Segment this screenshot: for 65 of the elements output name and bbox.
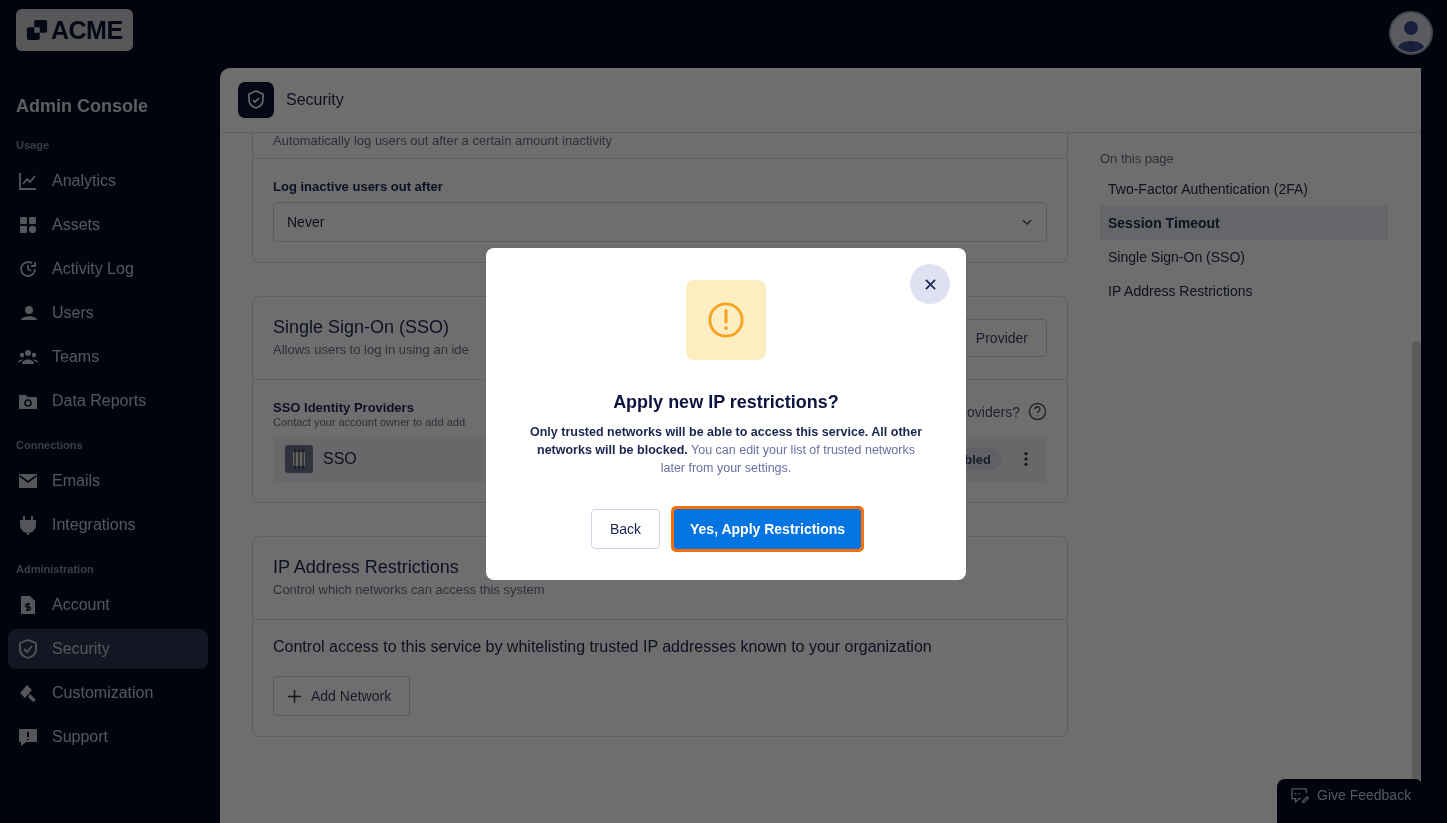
dialog-message: Only trusted networks will be able to access this service. All other networks will be blocked. You can edit your list of trusted networks later from your settings. xyxy=(529,424,923,477)
add-network-button[interactable]: Add Network xyxy=(273,676,411,716)
toc-link[interactable]: Two-Factor Authentication (2FA) xyxy=(1100,172,1388,206)
field-label: SSO Identity Providers xyxy=(273,400,415,415)
user-icon xyxy=(18,303,38,323)
sidebar-item[interactable]: Customization xyxy=(8,673,208,713)
sidebar-item[interactable]: Analytics xyxy=(8,161,208,201)
toc-link[interactable]: IP Address Restrictions xyxy=(1100,274,1388,308)
brush-icon xyxy=(18,683,38,703)
acme-logo[interactable]: ACME xyxy=(16,9,133,51)
section-label: Administration xyxy=(15,563,95,575)
close-button[interactable] xyxy=(910,264,950,304)
sidebar-item[interactable]: Activity Log xyxy=(8,249,208,289)
sidebar-item[interactable]: Integrations xyxy=(8,505,208,545)
console-title: Admin Console xyxy=(15,96,149,117)
warning-icon xyxy=(686,280,766,360)
section-label: Usage xyxy=(15,139,51,151)
chevron-down-icon xyxy=(1022,218,1032,226)
document-icon xyxy=(18,595,38,615)
sidebar-item[interactable]: Account xyxy=(8,585,208,625)
help-icon[interactable] xyxy=(1028,402,1047,421)
dialog-title: Apply new IP restrictions? xyxy=(613,392,839,413)
feedback-button[interactable]: Give Feedback xyxy=(1277,779,1423,823)
sidebar-item[interactable]: Support xyxy=(8,717,208,757)
chat-icon xyxy=(18,727,38,747)
hint-text: Contact your account owner to add add xyxy=(273,416,465,428)
team-icon xyxy=(18,347,38,367)
close-icon xyxy=(924,278,936,290)
history-icon xyxy=(18,259,38,279)
logo-mark-icon xyxy=(26,19,48,41)
section-description: Allows users to log in using an ide xyxy=(273,342,469,357)
plus-icon xyxy=(288,689,301,703)
section-description: Automatically log users out after a certain amount inactivity xyxy=(273,133,613,148)
apply-restrictions-button[interactable]: Yes, Apply Restrictions xyxy=(674,509,862,549)
sidebar-item[interactable]: Teams xyxy=(8,337,208,377)
sidebar-item[interactable]: Emails xyxy=(8,461,208,501)
chat-edit-icon xyxy=(1291,787,1309,803)
more-icon[interactable] xyxy=(1023,451,1029,467)
section-title: Single Sign-On (SSO) xyxy=(273,317,451,338)
toc-link[interactable]: Session Timeout xyxy=(1100,206,1388,240)
chip-icon xyxy=(285,445,313,473)
scrollbar[interactable] xyxy=(1412,341,1421,781)
sidebar-item[interactable]: Users xyxy=(8,293,208,333)
sidebar-item[interactable]: Data Reports xyxy=(8,381,208,421)
provider-name: SSO xyxy=(323,450,357,468)
plug-icon xyxy=(18,515,38,535)
help-link[interactable]: oviders? xyxy=(967,403,1020,420)
sidebar-item[interactable]: Security xyxy=(8,629,208,669)
sidebar-item[interactable]: Assets xyxy=(8,205,208,245)
section-title: IP Address Restrictions xyxy=(273,557,460,578)
toc-heading: On this page xyxy=(1100,151,1175,166)
section-description: Control which networks can access this system xyxy=(273,582,546,597)
shield-icon xyxy=(18,639,38,659)
chart-icon xyxy=(18,171,38,191)
back-button[interactable]: Back xyxy=(590,509,660,549)
timeout-select[interactable]: Never xyxy=(273,202,1047,242)
grid-icon xyxy=(18,215,38,235)
mail-icon xyxy=(18,471,38,491)
avatar-icon[interactable] xyxy=(1389,11,1433,55)
toc-link[interactable]: Single Sign-On (SSO) xyxy=(1100,240,1388,274)
page-title: Security xyxy=(286,91,344,109)
section-label: Connections xyxy=(15,439,84,451)
field-label: Log inactive users out after xyxy=(273,179,444,194)
section-text: Control access to this service by whitelisting trusted IP addresses known to your organization xyxy=(273,638,933,656)
shield-icon xyxy=(238,82,274,118)
